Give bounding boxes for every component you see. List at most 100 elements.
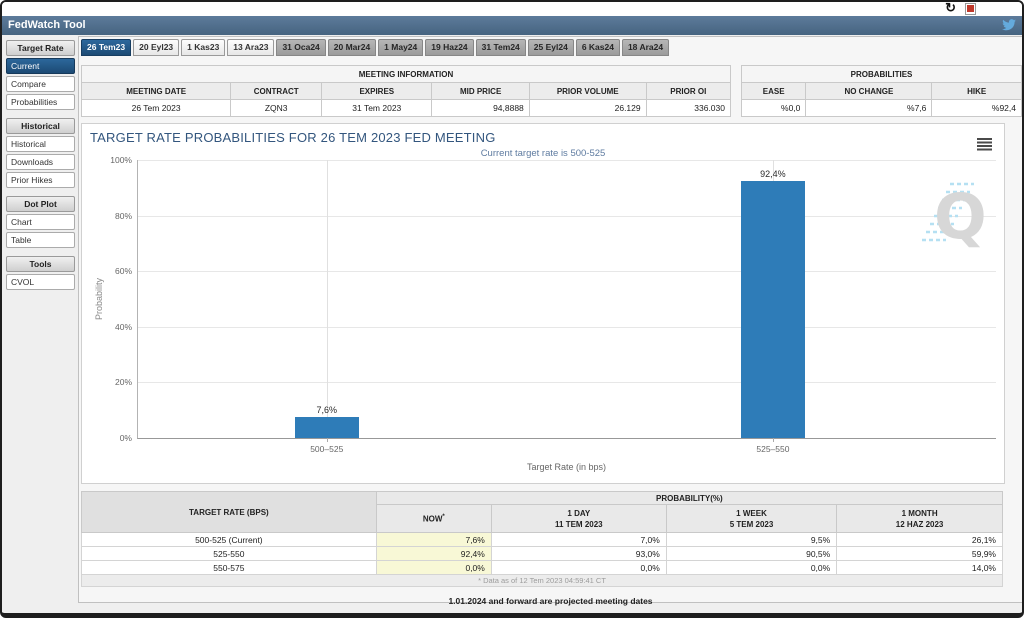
month-cell: 14,0% bbox=[836, 560, 1003, 575]
rate-cell: 550-575 bbox=[81, 560, 377, 575]
day-cell: 7,0% bbox=[490, 532, 667, 547]
tab-meeting-8[interactable]: 31 Tem24 bbox=[475, 39, 526, 56]
sidebar-item-compare[interactable]: Compare bbox=[6, 76, 75, 92]
col-header-prior-volume: PRIOR VOLUME bbox=[528, 82, 647, 100]
probability-group-header: PROBABILITY(%) bbox=[375, 491, 1004, 505]
x-tick-label: 525–550 bbox=[756, 444, 790, 454]
bar-group-500-525: 7,6% bbox=[294, 160, 359, 438]
y-tick-label: 40% bbox=[114, 321, 132, 332]
col-header-contract: CONTRACT bbox=[230, 82, 323, 100]
sidebar-header-historical[interactable]: Historical bbox=[6, 118, 75, 134]
x-axis-label: Target Rate (in bps) bbox=[526, 462, 607, 472]
app-title-bar: FedWatch Tool bbox=[2, 16, 1022, 35]
fedwatch-tool-window: ↻ FedWatch Tool Target Rate Current Comp… bbox=[0, 0, 1024, 618]
col-header-ease: EASE bbox=[740, 82, 807, 100]
chart-panel: TARGET RATE PROBABILITIES FOR 26 TEM 202… bbox=[81, 123, 1005, 484]
now-label: NOW bbox=[422, 514, 443, 524]
refresh-icon[interactable]: ↻ bbox=[945, 2, 956, 16]
col-header-mid-price: MID PRICE bbox=[431, 82, 530, 100]
col-header-1-week: 1 WEEK 5 TEM 2023 bbox=[665, 504, 838, 533]
sidebar-header-dot-plot[interactable]: Dot Plot bbox=[6, 196, 75, 212]
table-row: 525-550 92,4% 93,0% 90,5% 59,9% bbox=[81, 546, 1003, 561]
week-cell: 0,0% bbox=[665, 560, 838, 575]
period-date: 12 HAZ 2023 bbox=[895, 519, 944, 529]
period-date: 5 TEM 2023 bbox=[729, 519, 774, 529]
period-date: 11 TEM 2023 bbox=[555, 519, 603, 529]
sidebar: Target Rate Current Compare Probabilitie… bbox=[6, 40, 75, 290]
y-tick-label: 60% bbox=[114, 266, 132, 277]
tab-meeting-10[interactable]: 6 Kas24 bbox=[575, 39, 620, 56]
month-cell: 59,9% bbox=[836, 546, 1003, 561]
sidebar-item-downloads[interactable]: Downloads bbox=[6, 154, 75, 170]
col-header-no-change: NO CHANGE bbox=[805, 82, 933, 100]
rate-cell: 500-525 (Current) bbox=[81, 532, 377, 547]
expires-value: 31 Tem 2023 bbox=[321, 99, 433, 117]
table-row: 550-575 0,0% 0,0% 0,0% 14,0% bbox=[81, 560, 1003, 575]
y-tick-label: 100% bbox=[110, 155, 132, 165]
tab-meeting-2[interactable]: 1 Kas23 bbox=[181, 39, 226, 56]
x-tick-label: 500–525 bbox=[310, 444, 344, 454]
now-cell: 0,0% bbox=[375, 560, 492, 575]
meeting-date-value: 26 Tem 2023 bbox=[80, 99, 232, 117]
tab-meeting-9[interactable]: 25 Eyl24 bbox=[527, 39, 574, 56]
meeting-information-table: MEETING INFORMATION MEETING DATE CONTRAC… bbox=[80, 65, 732, 117]
sidebar-item-prior-hikes[interactable]: Prior Hikes bbox=[6, 172, 75, 188]
bar-525-550[interactable] bbox=[740, 181, 805, 438]
sidebar-header-target-rate[interactable]: Target Rate bbox=[6, 40, 75, 56]
meeting-info-row: 26 Tem 2023 ZQN3 31 Tem 2023 94,8888 26.… bbox=[80, 99, 732, 117]
quikstrike-watermark: Q bbox=[922, 180, 987, 248]
prior-volume-value: 26.129 bbox=[528, 99, 647, 117]
bar-value-label: 7,6% bbox=[316, 404, 337, 415]
tab-meeting-11[interactable]: 18 Ara24 bbox=[621, 39, 670, 56]
day-cell: 0,0% bbox=[490, 560, 667, 575]
tab-meeting-6[interactable]: 1 May24 bbox=[378, 39, 424, 56]
prior-oi-value: 336.030 bbox=[645, 99, 732, 117]
now-cell: 92,4% bbox=[375, 546, 492, 561]
bar-group-525-550: 92,4% bbox=[740, 160, 805, 438]
bar-500-525[interactable] bbox=[294, 416, 359, 438]
period-label: 1 WEEK bbox=[736, 508, 767, 518]
chart-title: TARGET RATE PROBABILITIES FOR 26 TEM 202… bbox=[90, 130, 496, 145]
tab-meeting-5[interactable]: 20 Mar24 bbox=[327, 39, 377, 56]
week-cell: 90,5% bbox=[665, 546, 838, 561]
sidebar-item-current[interactable]: Current bbox=[6, 58, 75, 74]
y-axis-label: Probability bbox=[94, 277, 104, 321]
sidebar-item-cvol[interactable]: CVOL bbox=[6, 274, 75, 290]
meeting-tabs: 26 Tem23 20 Eyl23 1 Kas23 13 Ara23 31 Oc… bbox=[81, 39, 670, 56]
x-axis-tick bbox=[326, 438, 328, 442]
tab-meeting-0[interactable]: 26 Tem23 bbox=[81, 39, 132, 56]
projected-dates-note: 1.01.2024 and forward are projected meet… bbox=[448, 596, 653, 606]
month-cell: 26,1% bbox=[836, 532, 1003, 547]
col-header-prior-oi: PRIOR OI bbox=[645, 82, 732, 100]
contract-value: ZQN3 bbox=[230, 99, 323, 117]
col-header-expires: EXPIRES bbox=[321, 82, 433, 100]
table-row: 500-525 (Current) 7,6% 7,0% 9,5% 26,1% bbox=[81, 532, 1003, 547]
sidebar-header-tools[interactable]: Tools bbox=[6, 256, 75, 272]
gridline-horizontal bbox=[138, 382, 996, 384]
tab-meeting-3[interactable]: 13 Ara23 bbox=[227, 39, 275, 56]
bar-value-label: 92,4% bbox=[760, 169, 786, 180]
tab-meeting-4[interactable]: 31 Oca24 bbox=[276, 39, 326, 56]
gridline-horizontal bbox=[138, 215, 996, 217]
sidebar-item-probabilities[interactable]: Probabilities bbox=[6, 94, 75, 110]
mid-price-value: 94,8888 bbox=[431, 99, 530, 117]
probabilities-title: PROBABILITIES bbox=[741, 65, 1022, 83]
now-cell: 7,6% bbox=[375, 532, 492, 547]
tab-meeting-1[interactable]: 20 Eyl23 bbox=[133, 39, 180, 56]
watermark-q-glyph: Q bbox=[934, 180, 987, 248]
hike-value: %92,4 bbox=[931, 99, 1022, 117]
sidebar-item-table[interactable]: Table bbox=[6, 232, 75, 248]
sidebar-item-chart[interactable]: Chart bbox=[6, 214, 75, 230]
gridline-horizontal bbox=[138, 271, 996, 273]
pdf-export-icon[interactable] bbox=[965, 3, 976, 15]
probability-detail-table: TARGET RATE (BPS) PROBABILITY(%) NOW* 1 … bbox=[81, 491, 1004, 587]
sidebar-item-historical[interactable]: Historical bbox=[6, 136, 75, 152]
meeting-info-title: MEETING INFORMATION bbox=[81, 65, 731, 83]
gridline-horizontal bbox=[138, 160, 996, 161]
week-cell: 9,5% bbox=[665, 532, 838, 547]
tab-meeting-7[interactable]: 19 Haz24 bbox=[425, 39, 474, 56]
period-label: 1 MONTH bbox=[901, 508, 938, 518]
col-header-hike: HIKE bbox=[931, 82, 1022, 100]
pdf-red-badge bbox=[967, 5, 974, 12]
table-footnote-row: * Data as of 12 Tem 2023 04:59:41 CT bbox=[81, 574, 1003, 587]
